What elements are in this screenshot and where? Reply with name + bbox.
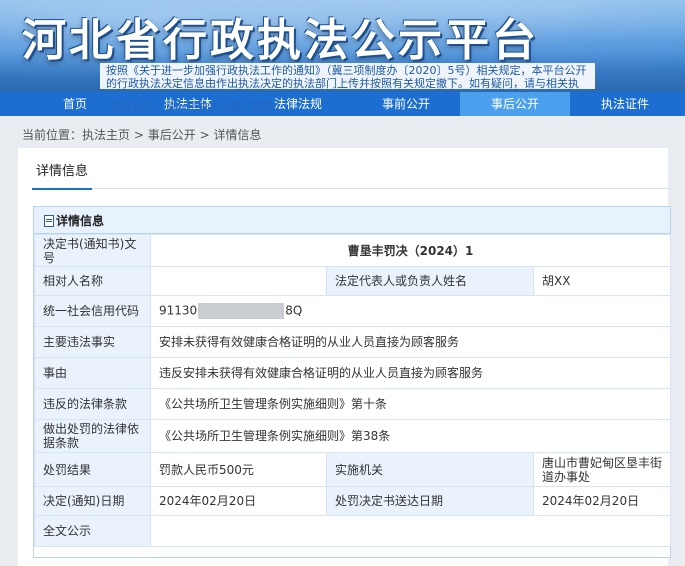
- table-row: 做出处罚的法律依据条款 《公共场所卫生管理条例实施细则》第38条: [34, 419, 672, 453]
- nav-item-pre-disclosure[interactable]: 事前公开: [366, 92, 446, 116]
- table-row: 违反的法律条款 《公共场所卫生管理条例实施细则》第十条: [34, 388, 672, 420]
- site-title: 河北省行政执法公示平台: [22, 15, 539, 66]
- fulltext-value: [149, 515, 672, 547]
- table-row: 处罚结果 罚款人民币500元 实施机关 唐山市曹妃甸区垦丰街道办事处: [34, 452, 672, 487]
- party-value: [150, 266, 327, 296]
- document-icon: [44, 215, 54, 227]
- detail-panel: 详情信息 决定书(通知书)文号 曹垦丰罚决（2024）1 相对人名称 法定代表人…: [33, 206, 672, 558]
- table-row: 相对人名称 法定代表人或负责人姓名 胡XX: [34, 266, 672, 296]
- table-row: 统一社会信用代码 91130 8Q: [34, 295, 672, 327]
- authority-label: 实施机关: [326, 452, 534, 487]
- breadcrumb-item-home[interactable]: 执法主页: [82, 128, 130, 142]
- delivery-date-value: 2024年02月20日: [532, 486, 672, 516]
- violation-label: 主要违法事实: [34, 326, 151, 358]
- panel-header: 详情信息: [34, 207, 670, 234]
- cause-label: 事由: [34, 357, 151, 389]
- credit-code-prefix: 91130: [159, 303, 198, 318]
- fulltext-label: 全文公示: [34, 515, 151, 547]
- breadcrumb: 当前位置：执法主页 > 事后公开 > 详情信息: [22, 126, 262, 143]
- breadcrumb-separator: >: [199, 128, 210, 142]
- site-banner: 河北省行政执法公示平台 按照《关于进一步加强行政执法工作的通知》（冀三项制度办〔…: [0, 0, 685, 92]
- party-label: 相对人名称: [34, 266, 151, 296]
- nav-item-post-disclosure[interactable]: 事后公开: [460, 92, 570, 116]
- breadcrumb-item-detail: 详情信息: [213, 128, 262, 142]
- breadcrumb-item-post-disclosure[interactable]: 事后公开: [148, 128, 196, 142]
- main-nav: 首页 执法主体 法律法规 事前公开 事后公开 执法证件: [0, 92, 685, 116]
- cause-value: 违反安排未获得有效健康合格证明的从业人员直接为顾客服务: [149, 357, 672, 389]
- decision-no-label: 决定书(通知书)文号: [34, 234, 151, 267]
- panel-title: 详情信息: [56, 214, 105, 228]
- notice-overflow-text: 如有疑问，请与相关执法部门联系。: [110, 100, 286, 113]
- delivery-date-label: 处罚决定书送达日期: [326, 486, 534, 516]
- penalty-basis-label: 做出处罚的法律依据条款: [34, 419, 151, 453]
- table-row: 主要违法事实 安排未获得有效健康合格证明的从业人员直接为顾客服务: [34, 326, 672, 358]
- redaction-mask: [198, 303, 285, 319]
- table-row: 事由 违反安排未获得有效健康合格证明的从业人员直接为顾客服务: [34, 357, 672, 389]
- tab-detail-info[interactable]: 详情信息: [32, 160, 93, 190]
- legal-rep-value: 胡XX: [532, 266, 672, 296]
- table-row: 决定(通知)日期 2024年02月20日 处罚决定书送达日期 2024年02月2…: [34, 486, 672, 516]
- content-area: 详情信息 详情信息 决定书(通知书)文号 曹垦丰罚决（2024）1 相对人名称 …: [18, 148, 672, 566]
- notice-text: 按照《关于进一步加强行政执法工作的通知》（冀三项制度办〔2020〕5号）相关规定…: [100, 63, 595, 89]
- table-row: 决定书(通知书)文号 曹垦丰罚决（2024）1: [34, 234, 672, 267]
- result-value: 罚款人民币500元: [150, 452, 327, 487]
- violation-value: 安排未获得有效健康合格证明的从业人员直接为顾客服务: [149, 326, 672, 358]
- credit-code-suffix: 8Q: [285, 303, 303, 318]
- result-label: 处罚结果: [34, 452, 151, 487]
- decision-date-value: 2024年02月20日: [150, 486, 327, 516]
- authority-value: 唐山市曹妃甸区垦丰街道办事处: [532, 452, 672, 487]
- penalty-basis-value: 《公共场所卫生管理条例实施细则》第38条: [149, 419, 672, 453]
- violated-law-label: 违反的法律条款: [34, 388, 151, 420]
- nav-item-home[interactable]: 首页: [40, 92, 110, 116]
- legal-rep-label: 法定代表人或负责人姓名: [326, 266, 534, 296]
- violated-law-value: 《公共场所卫生管理条例实施细则》第十条: [149, 388, 672, 420]
- table-row: 全文公示: [34, 515, 672, 547]
- decision-no-value: 曹垦丰罚决（2024）1: [149, 234, 672, 267]
- decision-date-label: 决定(通知)日期: [34, 486, 151, 516]
- credit-code-value: 91130 8Q: [149, 295, 672, 327]
- detail-table: 决定书(通知书)文号 曹垦丰罚决（2024）1 相对人名称 法定代表人或负责人姓…: [34, 234, 672, 547]
- credit-code-label: 统一社会信用代码: [34, 295, 151, 327]
- tab-bar: 详情信息: [32, 156, 670, 190]
- breadcrumb-prefix: 当前位置：: [22, 128, 83, 142]
- nav-item-certificates[interactable]: 执法证件: [585, 92, 665, 116]
- breadcrumb-separator: >: [133, 128, 144, 142]
